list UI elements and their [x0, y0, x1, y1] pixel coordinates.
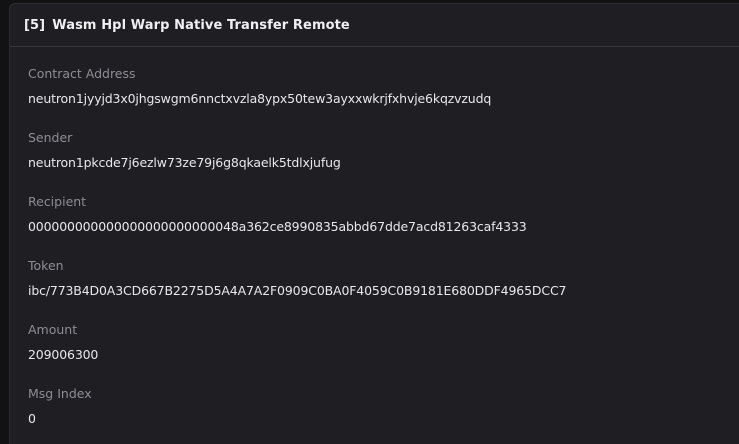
field-sender: Sender neutron1pkcde7j6ezlw73ze79j6g8qka… — [28, 130, 566, 194]
field-value: 000000000000000000000000048a362ce8990835… — [28, 219, 527, 234]
message-panel: [5] Wasm Hpl Warp Native Transfer Remote … — [9, 3, 739, 444]
field-label: Token — [28, 258, 64, 273]
message-header: [5] Wasm Hpl Warp Native Transfer Remote — [10, 4, 739, 47]
field-msg-index: Msg Index 0 — [28, 386, 566, 444]
field-label: Contract Address — [28, 66, 136, 81]
message-fields: Contract Address neutron1jyyjd3x0jhgswgm… — [28, 66, 566, 444]
field-value: ibc/773B4D0A3CD667B2275D5A4A7A2F0909C0BA… — [28, 283, 567, 298]
field-amount: Amount 209006300 — [28, 322, 566, 386]
field-contract-address: Contract Address neutron1jyyjd3x0jhgswgm… — [28, 66, 566, 130]
field-label: Sender — [28, 130, 73, 145]
message-type: Wasm Hpl Warp Native Transfer Remote — [52, 17, 350, 33]
field-value: 0 — [28, 411, 36, 426]
field-token: Token ibc/773B4D0A3CD667B2275D5A4A7A2F09… — [28, 258, 566, 322]
field-label: Amount — [28, 322, 78, 337]
field-value[interactable]: neutron1pkcde7j6ezlw73ze79j6g8qkaelk5tdl… — [28, 155, 566, 171]
field-label: Recipient — [28, 194, 87, 209]
field-recipient: Recipient 000000000000000000000000048a36… — [28, 194, 566, 258]
message-index-badge: [5] — [24, 17, 46, 33]
field-value[interactable]: neutron1jyyjd3x0jhgswgm6nnctxvzla8ypx50t… — [28, 91, 566, 107]
field-value: 209006300 — [28, 347, 99, 362]
field-label: Msg Index — [28, 386, 92, 401]
message-title: [5] Wasm Hpl Warp Native Transfer Remote — [24, 18, 350, 33]
